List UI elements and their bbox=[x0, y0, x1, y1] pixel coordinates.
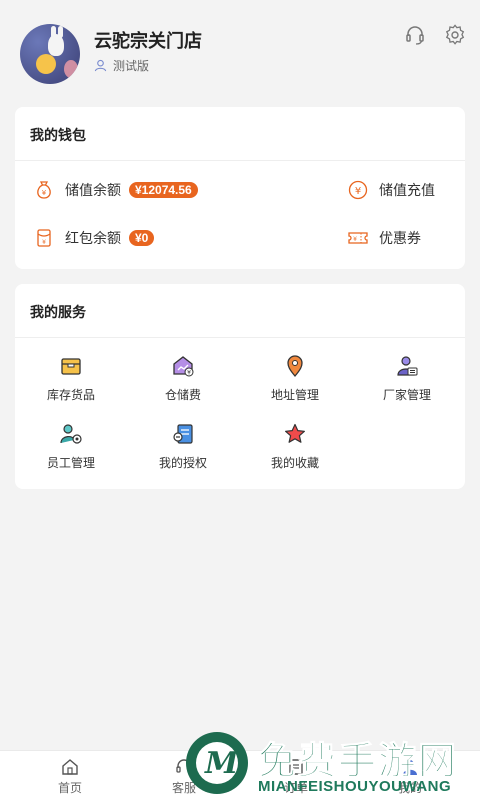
headset-icon[interactable] bbox=[404, 24, 426, 46]
service-address[interactable]: 地址管理 bbox=[239, 354, 351, 403]
svg-text:¥: ¥ bbox=[355, 186, 361, 197]
yen-circle-icon: ¥ bbox=[348, 180, 368, 200]
warehouse-fee-icon: ¥ bbox=[173, 356, 194, 377]
services-card: 我的服务 库存货品 ¥ 仓储费 地址管理 厂家管理 员工管理 我的授权 我的收藏 bbox=[15, 284, 465, 489]
version-text: 测试版 bbox=[113, 59, 150, 73]
service-authorization[interactable]: 我的授权 bbox=[127, 422, 239, 471]
svg-text:¥: ¥ bbox=[187, 370, 191, 377]
service-staff-label: 员工管理 bbox=[46, 456, 95, 470]
stored-balance-item[interactable]: ¥ 储值余额 ¥12074.56 bbox=[33, 179, 198, 201]
services-title: 我的服务 bbox=[15, 284, 465, 338]
svg-text:¥: ¥ bbox=[42, 239, 46, 246]
service-warehouse-fee[interactable]: ¥ 仓储费 bbox=[127, 354, 239, 403]
service-manufacturer[interactable]: 厂家管理 bbox=[351, 354, 463, 403]
svg-text:¥: ¥ bbox=[42, 189, 47, 197]
profile-header: 云驼宗关门店 测试版 bbox=[0, 0, 480, 100]
service-address-label: 地址管理 bbox=[270, 388, 319, 402]
staff-settings-icon bbox=[60, 424, 82, 444]
watermark-logo: M bbox=[186, 732, 248, 794]
service-inventory[interactable]: 库存货品 bbox=[15, 354, 127, 403]
service-authorization-label: 我的授权 bbox=[158, 456, 207, 470]
avatar[interactable] bbox=[20, 24, 80, 84]
stored-balance-label: 储值余额 bbox=[65, 182, 121, 198]
watermark: M 免费手游网 MIANFEISHOUYOUWANG bbox=[186, 728, 480, 800]
red-envelope-item[interactable]: ¥ 红包余额 ¥0 bbox=[33, 227, 155, 249]
wallet-card: 我的钱包 ¥ 储值余额 ¥12074.56 ¥ 储值充值 ¥ 红包余额 ¥0 ¥ bbox=[15, 107, 465, 269]
star-icon bbox=[285, 423, 305, 443]
coupon-item[interactable]: ¥ 优惠券 bbox=[347, 227, 421, 249]
user-outline-icon bbox=[94, 59, 107, 72]
service-favorites-label: 我的收藏 bbox=[270, 456, 319, 470]
red-envelope-icon: ¥ bbox=[37, 229, 51, 247]
stored-balance-value: ¥12074.56 bbox=[129, 182, 198, 198]
watermark-subtitle: MIANFEISHOUYOUWANG bbox=[258, 778, 452, 795]
tab-home-label: 首页 bbox=[57, 781, 82, 795]
watermark-title: 免费手游网 bbox=[257, 741, 459, 784]
coupon-icon: ¥ bbox=[348, 232, 368, 244]
version-label: 测试版 bbox=[94, 57, 149, 74]
gear-icon[interactable] bbox=[444, 24, 466, 46]
wallet-title: 我的钱包 bbox=[15, 107, 465, 161]
authorization-icon bbox=[173, 424, 193, 444]
manufacturer-icon bbox=[397, 356, 418, 376]
tab-home[interactable]: 首页 bbox=[40, 757, 100, 796]
red-envelope-label: 红包余额 bbox=[65, 230, 121, 246]
service-inventory-label: 库存货品 bbox=[46, 388, 95, 402]
recharge-item[interactable]: ¥ 储值充值 bbox=[347, 179, 435, 201]
svg-text:¥: ¥ bbox=[353, 236, 357, 243]
coupon-label: 优惠券 bbox=[379, 230, 421, 246]
service-warehouse-fee-label: 仓储费 bbox=[164, 388, 201, 402]
store-name: 云驼宗关门店 bbox=[94, 31, 202, 51]
box-icon bbox=[61, 358, 81, 375]
location-pin-icon bbox=[287, 355, 303, 377]
home-icon bbox=[62, 759, 78, 775]
service-favorites[interactable]: 我的收藏 bbox=[239, 422, 351, 471]
money-bag-icon: ¥ bbox=[37, 181, 51, 199]
recharge-label: 储值充值 bbox=[379, 182, 435, 198]
service-staff[interactable]: 员工管理 bbox=[15, 422, 127, 471]
red-envelope-value: ¥0 bbox=[129, 230, 155, 246]
service-manufacturer-label: 厂家管理 bbox=[382, 388, 431, 402]
